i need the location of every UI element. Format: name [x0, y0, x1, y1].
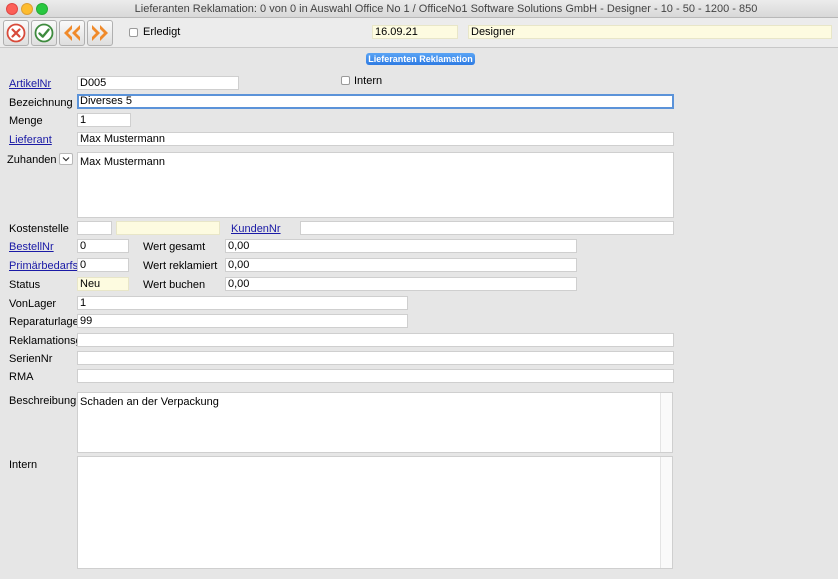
- rma-input[interactable]: [77, 369, 674, 383]
- bezeichnung-label: Bezeichnung: [9, 97, 73, 109]
- window-title: Lieferanten Reklamation: 0 von 0 in Ausw…: [134, 3, 758, 15]
- reparaturlager-input[interactable]: 99: [77, 314, 408, 328]
- intern-checkbox-label: Intern: [354, 75, 383, 87]
- status-label: Status: [9, 279, 41, 291]
- beschreibung-textarea[interactable]: Schaden an der Verpackung: [77, 392, 673, 453]
- bestellnr-link[interactable]: BestellNr: [9, 241, 54, 253]
- artikelnr-link[interactable]: ArtikelNr: [9, 78, 51, 90]
- artikelnr-input[interactable]: D005: [77, 76, 239, 90]
- primaerbedarfs-link[interactable]: Primärbedarfs: [9, 260, 78, 272]
- date-field[interactable]: 16.09.21: [372, 25, 458, 39]
- next-button[interactable]: [87, 20, 113, 46]
- reklamationsg-label: Reklamationsg: [9, 335, 82, 347]
- wert-buchen-input[interactable]: 0,00: [225, 277, 577, 291]
- double-chevron-left-icon: [64, 25, 80, 41]
- erledigt-label: Erledigt: [143, 26, 181, 38]
- window-close-button[interactable]: [6, 3, 18, 15]
- reparaturlager-label: Reparaturlager: [9, 316, 83, 328]
- previous-button[interactable]: [59, 20, 85, 46]
- section-title-badge: Lieferanten Reklamation: [366, 53, 475, 65]
- double-chevron-right-icon: [92, 25, 108, 41]
- intern-scrollbar[interactable]: [660, 457, 672, 568]
- kostenstelle-input[interactable]: [77, 221, 112, 235]
- menge-input[interactable]: 1: [77, 113, 131, 127]
- intern-label: Intern: [9, 459, 38, 471]
- zuhanden-dropdown[interactable]: [59, 153, 73, 165]
- window-zoom-button[interactable]: [36, 3, 48, 15]
- primaerbedarfs-input[interactable]: 0: [77, 258, 129, 272]
- wert-reklamiert-label: Wert reklamiert: [143, 260, 218, 272]
- chevron-down-icon: [62, 157, 70, 162]
- bestellnr-input[interactable]: 0: [77, 239, 129, 253]
- confirm-button[interactable]: [31, 20, 57, 46]
- vonlager-label: VonLager: [9, 298, 57, 310]
- zuhanden-value: Max Mustermann: [80, 156, 165, 168]
- wert-reklamiert-input[interactable]: 0,00: [225, 258, 577, 272]
- title-bar: Lieferanten Reklamation: 0 von 0 in Ausw…: [0, 0, 838, 18]
- window-minimize-button[interactable]: [21, 3, 33, 15]
- beschreibung-label: Beschreibung: [9, 395, 77, 407]
- intern-checkbox[interactable]: [341, 76, 350, 85]
- seriennr-input[interactable]: [77, 351, 674, 365]
- vonlager-input[interactable]: 1: [77, 296, 408, 310]
- kostenstelle-label: Kostenstelle: [9, 223, 69, 235]
- bezeichnung-input[interactable]: Diverses 5: [77, 94, 674, 109]
- rma-label: RMA: [9, 371, 34, 383]
- checkmark-icon: [34, 23, 54, 43]
- status-field[interactable]: Neu: [77, 277, 129, 291]
- menge-label: Menge: [9, 115, 43, 127]
- cancel-icon: [6, 23, 26, 43]
- lieferant-link[interactable]: Lieferant: [9, 134, 52, 146]
- intern-textarea[interactable]: [77, 456, 673, 569]
- zuhanden-label: Zuhanden: [7, 154, 57, 166]
- kundennr-input[interactable]: [300, 221, 674, 235]
- wert-buchen-label: Wert buchen: [143, 279, 206, 291]
- cancel-button[interactable]: [3, 20, 29, 46]
- toolbar: Erledigt 16.09.21 Designer: [0, 18, 838, 48]
- wert-gesamt-label: Wert gesamt: [143, 241, 206, 253]
- zuhanden-textarea[interactable]: Max Mustermann: [77, 152, 674, 218]
- kundennr-link[interactable]: KundenNr: [231, 223, 281, 235]
- user-field[interactable]: Designer: [468, 25, 832, 39]
- erledigt-checkbox[interactable]: [129, 28, 138, 37]
- lieferant-input[interactable]: Max Mustermann: [77, 132, 674, 146]
- wert-gesamt-input[interactable]: 0,00: [225, 239, 577, 253]
- kostenstelle-name-field[interactable]: [116, 221, 220, 235]
- beschreibung-value: Schaden an der Verpackung: [80, 396, 219, 408]
- reklamationsg-input[interactable]: [77, 333, 674, 347]
- seriennr-label: SerienNr: [9, 353, 53, 365]
- beschreibung-scrollbar[interactable]: [660, 393, 672, 452]
